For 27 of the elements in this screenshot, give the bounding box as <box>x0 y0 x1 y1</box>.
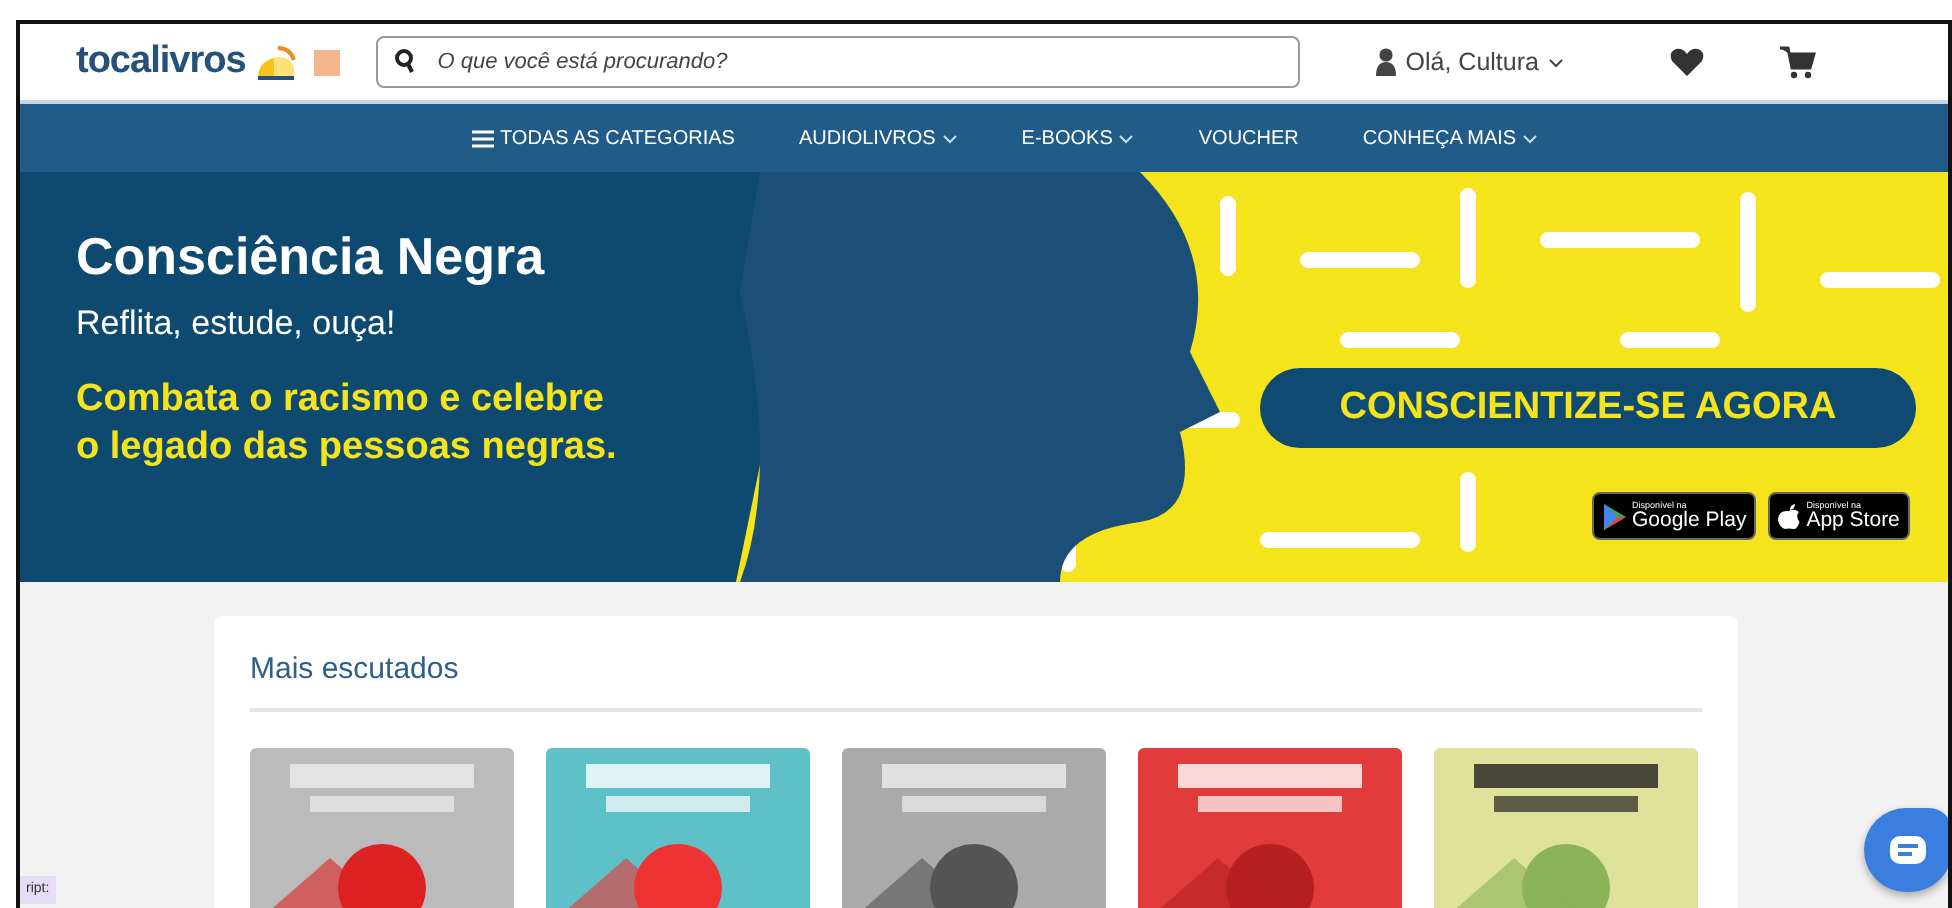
user-menu[interactable]: Olá, Cultura <box>1375 43 1567 81</box>
nav-link[interactable]: VOUCHER <box>1198 123 1299 153</box>
heart-icon[interactable] <box>1670 48 1705 76</box>
nav-link[interactable]: CONHEÇA MAIS <box>1362 123 1539 153</box>
nav-link[interactable]: E-BOOKS <box>1021 123 1135 153</box>
play-icon <box>1602 503 1626 529</box>
section-title: Mais escutados <box>250 652 461 688</box>
banner-message: Combata o racismo e celebre o legado das pessoas negras. <box>76 376 617 472</box>
chat-button[interactable] <box>1864 808 1948 892</box>
chevron-icon <box>941 132 958 144</box>
square-icon <box>313 49 340 75</box>
search-field[interactable]: O que você está procurando? <box>375 36 1300 88</box>
chat-icon <box>1890 836 1926 864</box>
logo-text[interactable]: tocalivros <box>76 33 246 91</box>
nav-link[interactable]: TODAS AS CATEGORIAS <box>472 123 735 153</box>
chevron-icon <box>1118 132 1135 144</box>
cart-icon[interactable] <box>1780 44 1817 80</box>
cta-button[interactable]: CONSCIENTIZE-SE AGORA <box>1260 368 1916 448</box>
banner-title: Consciência Negra <box>76 228 547 286</box>
nav-link[interactable]: AUDIOLIVROS <box>798 123 958 153</box>
apple-icon <box>1778 503 1801 529</box>
chevron-icon <box>1548 55 1567 69</box>
user-icon <box>1375 48 1396 76</box>
menu-icon <box>472 129 494 147</box>
banner-subtitle: Reflita, estude, ouça! <box>76 301 398 346</box>
logo-icon[interactable] <box>253 42 298 82</box>
chevron-icon <box>1522 132 1539 144</box>
